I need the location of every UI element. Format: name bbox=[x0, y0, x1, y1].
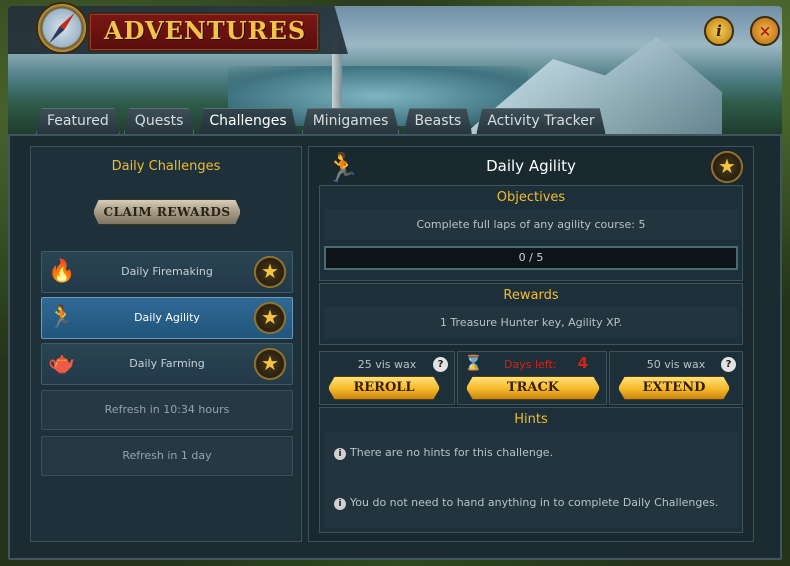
hint-line: i You do not need to hand anything in to … bbox=[334, 496, 718, 510]
rewards-section: Rewards 1 Treasure Hunter key, Agility X… bbox=[319, 283, 743, 345]
tab-quests[interactable]: Quests bbox=[124, 108, 195, 134]
objective-progress-bar: 0 / 5 bbox=[324, 246, 738, 270]
days-left-value: 4 bbox=[577, 354, 588, 372]
hints-heading: Hints bbox=[514, 412, 548, 427]
hints-section: Hints i There are no hints for this chall… bbox=[319, 407, 743, 533]
track-box: ⌛ Days left: 4 TRACK bbox=[457, 351, 607, 405]
tab-beasts[interactable]: Beasts bbox=[403, 108, 472, 134]
objectives-section: Objectives Complete full laps of any agi… bbox=[319, 185, 743, 281]
hint-line: i There are no hints for this challenge. bbox=[334, 446, 553, 460]
reroll-button[interactable]: REROLL bbox=[328, 376, 440, 400]
rewards-text: 1 Treasure Hunter key, Agility XP. bbox=[324, 307, 738, 338]
challenge-item-firemaking[interactable]: 🔥 Daily Firemaking ★ bbox=[41, 251, 293, 293]
info-icon: i bbox=[334, 448, 346, 460]
help-icon[interactable]: ? bbox=[433, 357, 448, 372]
objectives-heading: Objectives bbox=[496, 190, 566, 205]
hint-text: There are no hints for this challenge. bbox=[350, 446, 554, 459]
hourglass-icon: ⌛ bbox=[464, 354, 483, 372]
help-icon[interactable]: ? bbox=[721, 357, 736, 372]
window-title: ADVENTURES bbox=[104, 16, 307, 45]
info-icon: i bbox=[334, 498, 346, 510]
hints-body: i There are no hints for this challenge. … bbox=[324, 432, 738, 528]
star-icon: ★ bbox=[254, 348, 286, 380]
rewards-heading: Rewards bbox=[503, 288, 559, 303]
refresh-slot-2: Refresh in 1 day bbox=[41, 436, 293, 476]
star-icon: ★ bbox=[254, 302, 286, 334]
tab-minigames[interactable]: Minigames bbox=[302, 108, 400, 134]
challenge-detail-panel: 🏃 Daily Agility ★ Objectives Complete fu… bbox=[308, 146, 754, 542]
tab-activity-tracker[interactable]: Activity Tracker bbox=[476, 108, 605, 134]
days-left-label: Days left: bbox=[504, 358, 557, 371]
info-button[interactable]: i bbox=[704, 16, 734, 46]
refresh-slot-1: Refresh in 10:34 hours bbox=[41, 390, 293, 430]
extend-button[interactable]: EXTEND bbox=[618, 376, 730, 400]
challenge-item-farming[interactable]: 🫖 Daily Farming ★ bbox=[41, 343, 293, 385]
tab-bar: Featured Quests Challenges Minigames Bea… bbox=[36, 108, 610, 136]
challenge-title: Daily Agility bbox=[486, 157, 576, 175]
objective-text: Complete full laps of any agility course… bbox=[324, 209, 738, 240]
challenge-item-agility[interactable]: 🏃 Daily Agility ★ bbox=[41, 297, 293, 339]
extend-box: 50 vis wax ? EXTEND bbox=[609, 351, 743, 405]
reroll-box: 25 vis wax ? REROLL bbox=[319, 351, 455, 405]
hint-text: You do not need to hand anything in to c… bbox=[350, 496, 719, 509]
daily-challenges-heading: Daily Challenges bbox=[111, 159, 221, 174]
track-button[interactable]: TRACK bbox=[466, 376, 600, 400]
claim-rewards-button[interactable]: CLAIM REWARDS bbox=[93, 199, 241, 225]
close-button[interactable]: × bbox=[750, 16, 780, 46]
challenges-list-panel: Daily Challenges CLAIM REWARDS 🔥 Daily F… bbox=[30, 146, 302, 542]
tab-featured[interactable]: Featured bbox=[36, 108, 120, 134]
star-icon: ★ bbox=[711, 151, 743, 183]
tab-challenges[interactable]: Challenges bbox=[198, 108, 297, 136]
star-icon: ★ bbox=[254, 256, 286, 288]
